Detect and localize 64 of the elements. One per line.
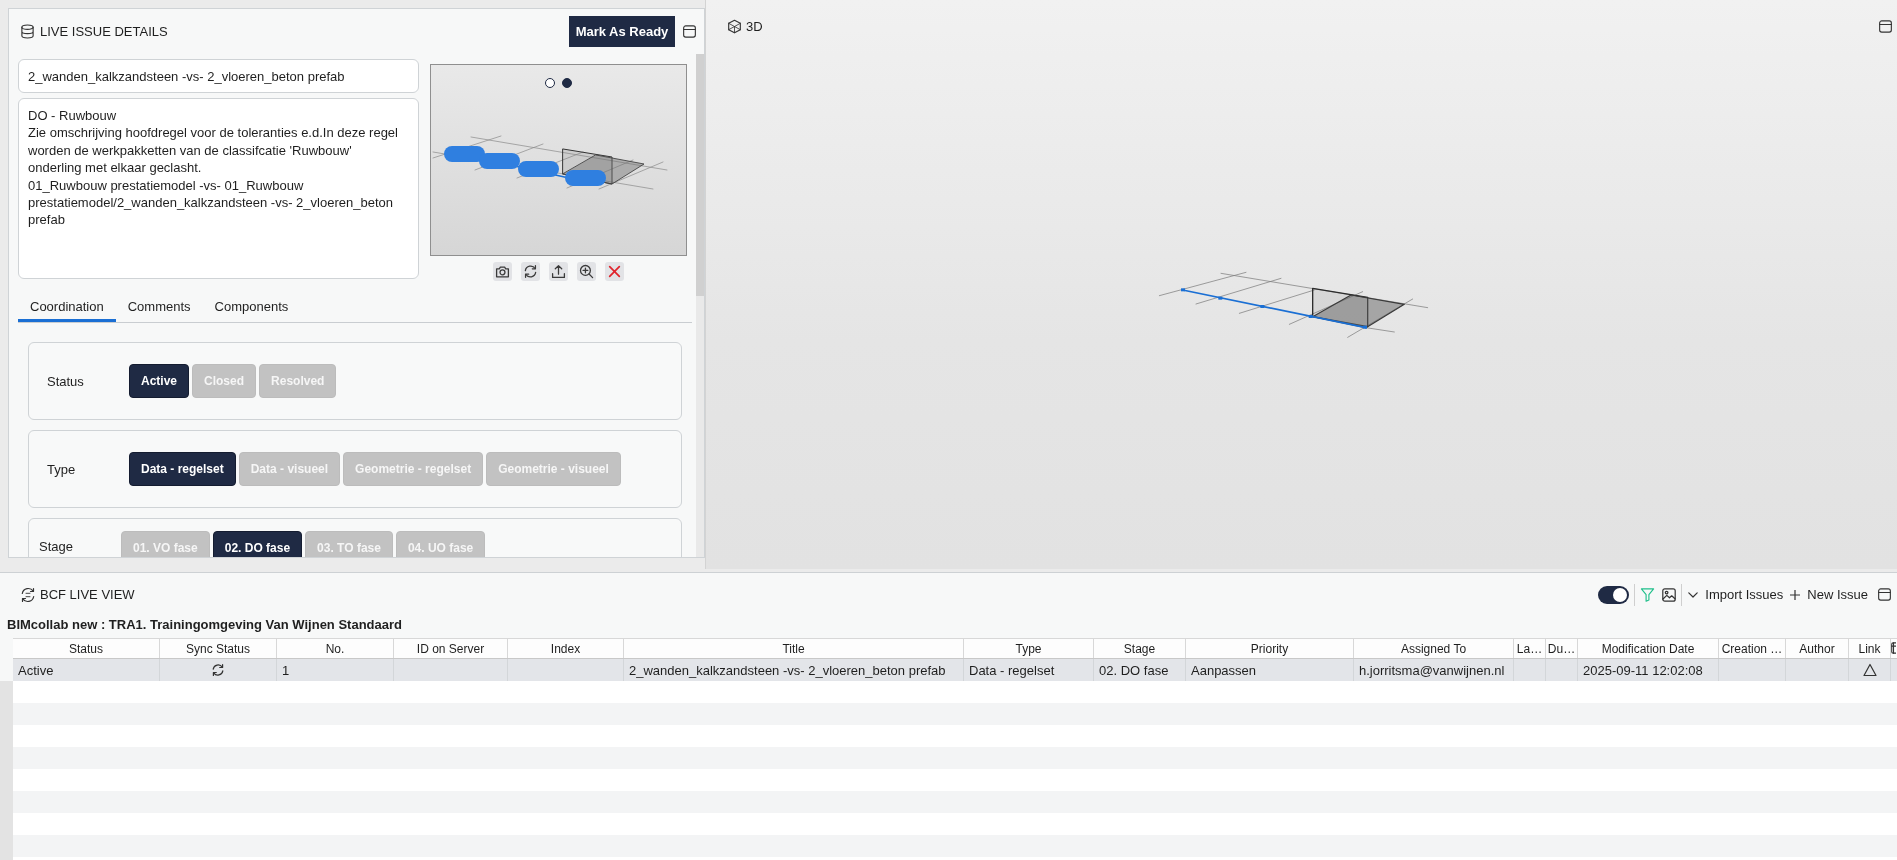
panel-layout-icon[interactable] [1879,19,1892,33]
column-header[interactable]: Priority [1186,639,1354,658]
tab[interactable]: Components [202,293,301,322]
field-label: Stage [39,539,74,554]
field-label: Type [47,461,77,477]
column-header[interactable]: Assigned To [1354,639,1514,658]
triangle-icon[interactable] [1862,663,1877,677]
column-header[interactable]: Modification Date [1578,639,1719,658]
new-issue-button[interactable]: New Issue [1790,587,1868,602]
column-chooser-icon[interactable] [1891,642,1896,655]
column-header[interactable]: ID on Server [394,639,508,658]
snapshot-button[interactable] [493,262,512,281]
viewpoint-dot[interactable] [545,78,555,88]
column-header[interactable]: Link [1849,639,1891,658]
zoom-in-button[interactable] [577,262,596,281]
plus-icon [1790,589,1801,600]
table-row[interactable]: Active 1 2_wanden_kalkzandsteen -vs- 2_vloeren_beton prefab Data - regelset 02. DO fase Aanpassen h.jorritsma@vanwijnen.nl 2025-09-11 12:02:08 [13,659,1897,681]
column-header[interactable]: Status [13,639,160,658]
panel-layout-icon[interactable] [683,25,696,38]
camera-icon [495,264,510,279]
tab[interactable]: Comments [115,293,203,322]
zoom-in-icon [579,264,594,279]
refresh-button[interactable] [521,262,540,281]
column-header[interactable]: La… [1514,639,1546,658]
tab[interactable]: Coordination [18,293,116,322]
chevron-down-icon [1688,589,1699,600]
option-button[interactable]: Active [129,364,190,398]
panel-title: LIVE ISSUE DETAILS [40,24,168,39]
3d-viewport[interactable]: 3D [705,0,1897,569]
column-header[interactable]: Type [964,639,1094,658]
column-header[interactable]: Du… [1546,639,1578,658]
viewport-title: 3D [746,18,763,34]
column-header[interactable]: Creation … [1719,639,1786,658]
sync-list-icon [20,586,36,603]
panel-title: BCF LIVE VIEW [40,587,135,602]
project-name: BIMcollab new : TRA1. Trainingomgeving Van Wijnen Standaard [6,616,403,634]
refresh-icon [523,264,538,279]
option-button[interactable]: 02. DO fase [212,531,303,557]
upload-button[interactable] [549,262,568,281]
field-label: Status [47,373,85,389]
column-header[interactable]: No. [277,639,394,658]
upload-icon [551,264,566,279]
model-drawing[interactable] [1156,270,1431,340]
title-field[interactable]: 2_wanden_kalkzandsteen -vs- 2_vloeren_beton prefab [18,59,419,93]
delete-button[interactable] [605,262,624,281]
image-icon[interactable] [1662,587,1677,602]
column-header[interactable]: Title [624,639,964,658]
import-issues-button[interactable]: Import Issues [1688,587,1784,602]
database-icon [20,24,35,39]
column-header[interactable]: Sync Status [160,639,277,658]
option-button[interactable]: Data - regelset [129,452,236,486]
close-icon [607,264,622,279]
cube-icon [727,18,742,34]
scrollbar-thumb[interactable] [696,54,704,296]
scrollbar-track[interactable] [696,54,704,557]
mark-as-ready-button[interactable]: Mark As Ready [569,16,675,47]
column-header[interactable]: Stage [1094,639,1186,658]
panel-layout-icon[interactable] [1878,588,1891,601]
viewpoint-dot[interactable] [562,78,572,88]
refresh-icon [211,663,225,677]
live-toggle[interactable] [1598,585,1630,604]
column-header[interactable]: Author [1786,639,1849,658]
description-field[interactable]: DO - Ruwbouw Zie omschrijving hoofdregel voor de toleranties e.d.In deze regel worden de werkpakketten van de classifcatie 'Ruwbouw' onderling met elkaar geclasht. 01_Ruwbouw prestatiemodel -vs- 01_Ruwbouw prestatiemodel/2_wanden_kalkzandsteen -vs- 2_vloeren_beton prefab [18,98,419,279]
column-header[interactable]: Index [508,639,624,658]
